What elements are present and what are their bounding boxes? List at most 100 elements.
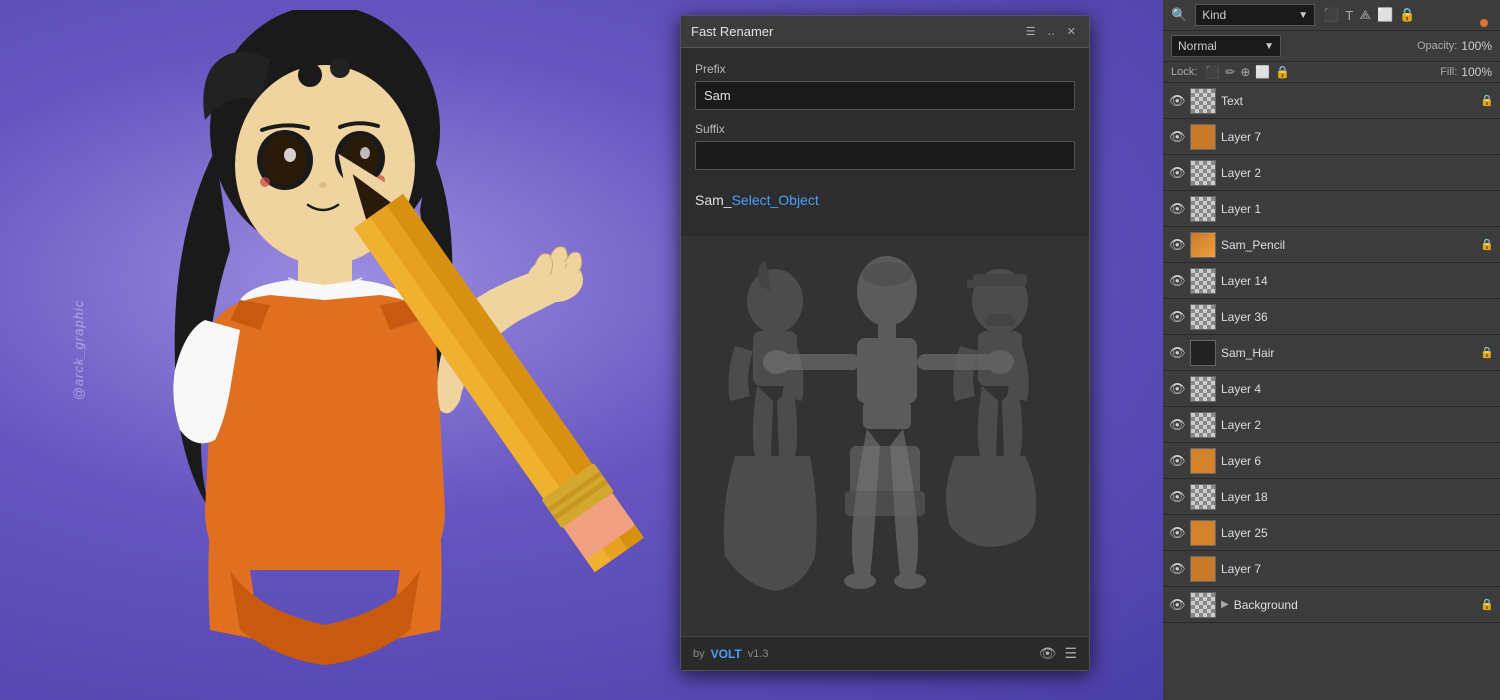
layer-name: Text — [1221, 94, 1475, 108]
layer-thumbnail — [1190, 340, 1216, 366]
lock-row: Lock: ⬛ ✏ ⊕ ⬜ 🔒 Fill: 100% — [1163, 62, 1500, 83]
layer-visibility-toggle[interactable]: 👁 — [1169, 309, 1185, 325]
character-grid[interactable] — [681, 236, 1089, 636]
layer-thumbnail — [1190, 592, 1216, 618]
layer-thumbnail — [1190, 412, 1216, 438]
layer-visibility-toggle[interactable]: 👁 — [1169, 561, 1185, 577]
layer-expand-icon[interactable]: ▶ — [1221, 599, 1229, 610]
layer-row[interactable]: 👁 ▶ Background 🔒 — [1163, 587, 1500, 623]
lock-icon[interactable]: 🔒 — [1275, 65, 1290, 79]
layer-name: Layer 36 — [1221, 310, 1494, 324]
lock-all-icon[interactable]: ⬜ — [1255, 65, 1270, 79]
layer-visibility-toggle[interactable]: 👁 — [1169, 345, 1185, 361]
layer-name: Sam_Pencil — [1221, 238, 1475, 252]
kind-dropdown[interactable]: Kind ▼ — [1195, 4, 1315, 26]
opacity-value[interactable]: 100% — [1461, 39, 1492, 53]
footer-actions: 👁 ☰ — [1039, 645, 1077, 662]
layer-name: Layer 14 — [1221, 274, 1494, 288]
layer-row[interactable]: 👁 Layer 4 — [1163, 371, 1500, 407]
dialog-footer: by VOLT v1.3 👁 ☰ — [681, 636, 1089, 670]
dialog-minimize-button[interactable]: ‥ — [1044, 24, 1057, 39]
dialog-close-button[interactable]: ✕ — [1064, 24, 1079, 39]
panel-blend-toolbar: Normal ▼ Opacity: 100% — [1163, 31, 1500, 62]
smart-filter-icon[interactable]: 🔒 — [1399, 7, 1415, 23]
layer-row[interactable]: 👁 Layer 7 — [1163, 119, 1500, 155]
layer-lock-icon: 🔒 — [1480, 238, 1494, 251]
layer-visibility-toggle[interactable]: 👁 — [1169, 489, 1185, 505]
layer-name: Layer 18 — [1221, 490, 1494, 504]
layer-visibility-toggle[interactable]: 👁 — [1169, 381, 1185, 397]
layer-thumbnail — [1190, 484, 1216, 510]
layer-thumbnail — [1190, 196, 1216, 222]
layer-lock-icon: 🔒 — [1480, 598, 1494, 611]
layer-thumbnail — [1190, 268, 1216, 294]
preview-dynamic: Select_Object — [732, 192, 819, 208]
filter-icons: ⬛ T ⟁ ⬜ 🔒 — [1323, 7, 1415, 23]
dialog-menu-button[interactable]: ☰ — [1023, 24, 1039, 39]
layer-visibility-toggle[interactable]: 👁 — [1169, 129, 1185, 145]
preview-static: Sam_ — [695, 192, 732, 208]
layer-lock-icon: 🔒 — [1480, 94, 1494, 107]
kind-chevron-icon: ▼ — [1298, 10, 1308, 21]
layer-row[interactable]: 👁Layer 6 — [1163, 443, 1500, 479]
footer-info: by VOLT v1.3 — [693, 647, 769, 661]
layer-row[interactable]: 👁 Text 🔒 — [1163, 83, 1500, 119]
layer-row[interactable]: 👁 Layer 2 — [1163, 155, 1500, 191]
layer-visibility-toggle[interactable]: 👁 — [1169, 417, 1185, 433]
fill-control: Fill: 100% — [1440, 65, 1492, 79]
fill-value[interactable]: 100% — [1461, 65, 1492, 79]
lock-artboard-icon[interactable]: ⊕ — [1240, 65, 1250, 79]
footer-menu-button[interactable]: ☰ — [1064, 645, 1077, 662]
layer-row[interactable]: 👁 Layer 25 — [1163, 515, 1500, 551]
dialog-titlebar: Fast Renamer ☰ ‥ ✕ — [681, 16, 1089, 48]
prefix-input[interactable] — [695, 81, 1075, 110]
layer-row[interactable]: 👁 Layer 1 — [1163, 191, 1500, 227]
lock-pixels-icon[interactable]: ⬛ — [1205, 65, 1220, 79]
layer-name: Layer 7 — [1221, 562, 1494, 576]
dialog-title: Fast Renamer — [691, 24, 773, 39]
layer-name: Layer 2 — [1221, 166, 1494, 180]
layer-visibility-toggle[interactable]: 👁 — [1169, 165, 1185, 181]
layer-visibility-toggle[interactable]: 👁 — [1169, 525, 1185, 541]
layer-name: Layer 4 — [1221, 382, 1494, 396]
type-filter-icon[interactable]: ⟁ — [1359, 7, 1371, 23]
layer-visibility-toggle[interactable]: 👁 — [1169, 201, 1185, 217]
pixel-filter-icon[interactable]: ⬛ — [1323, 7, 1339, 23]
layer-row[interactable]: 👁 Sam_Pencil 🔒 — [1163, 227, 1500, 263]
layer-visibility-toggle[interactable]: 👁 — [1169, 273, 1185, 289]
layer-row[interactable]: 👁 Layer 18 — [1163, 479, 1500, 515]
lock-position-icon[interactable]: ✏ — [1225, 65, 1235, 79]
footer-by-text: by — [693, 648, 705, 660]
layer-row[interactable]: 👁 Sam_Hair 🔒 — [1163, 335, 1500, 371]
canvas-area: @arck_graphic — [0, 0, 1163, 700]
layer-visibility-toggle[interactable]: 👁 — [1169, 237, 1185, 253]
adjustment-filter-icon[interactable]: T — [1345, 8, 1353, 23]
layer-name: Background — [1234, 598, 1476, 612]
layer-name: Layer 7 — [1221, 130, 1494, 144]
layer-visibility-toggle[interactable]: 👁 — [1169, 93, 1185, 109]
dialog-controls: ☰ ‥ ✕ — [1023, 24, 1079, 39]
layer-name: Layer 1 — [1221, 202, 1494, 216]
layer-name: Sam_Hair — [1221, 346, 1475, 360]
search-icon: 🔍 — [1171, 7, 1187, 23]
fast-renamer-dialog: Fast Renamer ☰ ‥ ✕ Prefix Suffix Sam_Sel… — [680, 15, 1090, 671]
layer-lock-icon: 🔒 — [1480, 346, 1494, 359]
footer-eye-button[interactable]: 👁 — [1039, 645, 1057, 662]
layer-name: Layer 2 — [1221, 418, 1494, 432]
shape-filter-icon[interactable]: ⬜ — [1377, 7, 1393, 23]
layer-thumbnail — [1190, 520, 1216, 546]
layer-row[interactable]: 👁 Layer 36 — [1163, 299, 1500, 335]
layer-row[interactable]: 👁 Layer 2 — [1163, 407, 1500, 443]
layer-row[interactable]: 👁 Layer 14 — [1163, 263, 1500, 299]
layer-row[interactable]: 👁 Layer 7 — [1163, 551, 1500, 587]
layers-list: 👁 Text 🔒 👁 Layer 7 👁 Layer 2 👁 Layer 1 👁 Sam_Penci… — [1163, 83, 1500, 700]
layers-panel: 🔍 Kind ▼ ⬛ T ⟁ ⬜ 🔒 Normal ▼ Opacity: 100… — [1163, 0, 1500, 700]
layer-visibility-toggle[interactable]: 👁 — [1169, 597, 1185, 613]
layer-name: Layer 25 — [1221, 526, 1494, 540]
suffix-input[interactable] — [695, 141, 1075, 170]
blend-mode-dropdown[interactable]: Normal ▼ — [1171, 35, 1281, 57]
layer-visibility-toggle[interactable]: 👁 — [1169, 453, 1185, 469]
footer-version: v1.3 — [748, 648, 769, 660]
blend-chevron-icon: ▼ — [1264, 41, 1274, 52]
lock-icons: ⬛ ✏ ⊕ ⬜ 🔒 — [1205, 65, 1290, 79]
